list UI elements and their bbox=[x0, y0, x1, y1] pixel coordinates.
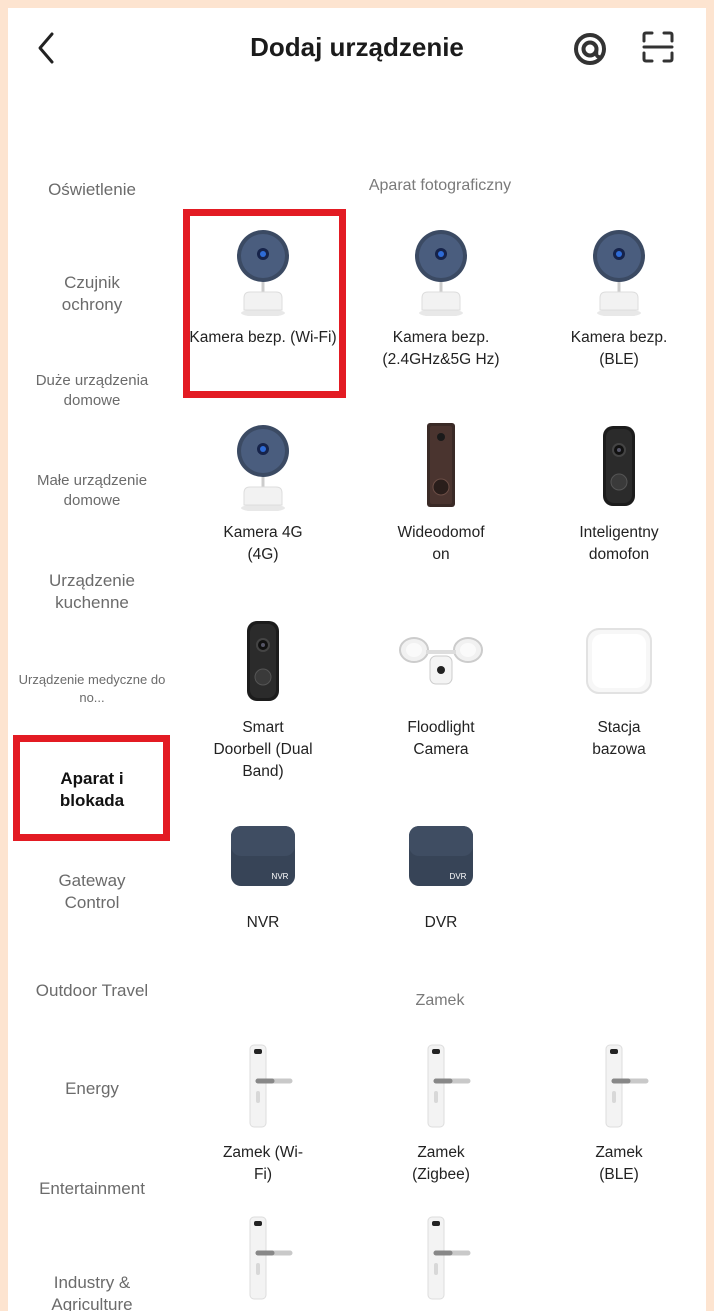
scan-icon bbox=[642, 31, 674, 63]
sidebar-item-outdoor-travel[interactable]: Outdoor Travel bbox=[12, 976, 172, 1006]
device-lock-zigbee[interactable]: Zamek (Zigbee) bbox=[366, 1038, 516, 1186]
device-label: Zamek (BLE) bbox=[595, 1144, 643, 1183]
nvr-badge: NVR bbox=[272, 872, 289, 881]
device-lock-5[interactable] bbox=[366, 1210, 516, 1306]
section-title-camera: Aparat fotograficzny bbox=[368, 177, 512, 194]
sidebar-item-label: Energy bbox=[65, 1079, 119, 1098]
device-label: Zamek (Zigbee) bbox=[412, 1144, 470, 1183]
door-lock-icon bbox=[427, 1044, 471, 1128]
sidebar-item-label: Czujnik ochrony bbox=[61, 273, 123, 314]
device-lock-wifi[interactable]: Zamek (Wi-Fi) bbox=[188, 1038, 338, 1186]
sidebar-item-label: Duże urządzenia domowe bbox=[35, 372, 149, 409]
scan-qr-button[interactable] bbox=[638, 27, 678, 67]
sidebar-item-label: Industry & Agriculture bbox=[51, 1273, 133, 1311]
security-camera-icon bbox=[237, 425, 289, 511]
sidebar-item-small-appliances[interactable]: Małe urządzenie domowe bbox=[12, 466, 172, 516]
sidebar-item-security-sensor[interactable]: Czujnik ochrony bbox=[12, 266, 172, 322]
at-sign-icon bbox=[574, 33, 606, 65]
device-label: Kamera 4G (4G) bbox=[223, 524, 303, 563]
security-camera-icon bbox=[593, 230, 645, 316]
device-video-intercom[interactable]: Wideodomof on bbox=[366, 418, 516, 566]
device-floodlight-camera[interactable]: Floodlight Camera bbox=[366, 613, 516, 761]
nvr-box-icon: NVR bbox=[231, 826, 295, 886]
sidebar-item-label: Małe urządzenie domowe bbox=[36, 472, 148, 509]
security-camera-icon bbox=[415, 230, 467, 316]
door-lock-icon bbox=[249, 1216, 293, 1300]
device-lock-ble[interactable]: Zamek (BLE) bbox=[544, 1038, 694, 1186]
device-smart-intercom[interactable]: Inteligentny domofon bbox=[544, 418, 694, 566]
sidebar-item-entertainment[interactable]: Entertainment bbox=[12, 1174, 172, 1204]
device-camera-ble[interactable]: Kamera bezp. (BLE) bbox=[544, 223, 694, 371]
device-dvr[interactable]: DVR DVR bbox=[366, 808, 516, 934]
device-smart-doorbell[interactable]: Smart Doorbell (Dual Band) bbox=[188, 613, 338, 783]
door-lock-icon bbox=[249, 1044, 293, 1128]
device-camera-wifi[interactable]: Kamera bezp. (Wi-Fi) bbox=[188, 223, 338, 349]
header-bar: Dodaj urządzenie bbox=[8, 8, 706, 88]
door-lock-icon bbox=[427, 1216, 471, 1300]
dvr-badge: DVR bbox=[450, 872, 467, 881]
device-label: Kamera bezp. (2.4GHz&5G Hz) bbox=[382, 329, 500, 368]
sidebar-item-label: Entertainment bbox=[39, 1179, 145, 1198]
device-base-station[interactable]: Stacja bazowa bbox=[544, 613, 694, 761]
dvr-box-icon: DVR bbox=[409, 826, 473, 886]
security-camera-icon bbox=[237, 230, 289, 316]
device-label: Wideodomof on bbox=[397, 524, 485, 563]
device-label: NVR bbox=[246, 914, 280, 931]
device-label: Kamera bezp. (Wi-Fi) bbox=[189, 329, 337, 346]
device-label: Kamera bezp. (BLE) bbox=[570, 329, 668, 368]
section-title-lock: Zamek bbox=[415, 992, 465, 1009]
device-label: DVR bbox=[424, 914, 458, 931]
base-station-icon bbox=[586, 628, 652, 694]
sidebar-item-label: Outdoor Travel bbox=[35, 981, 149, 1000]
smart-doorbell-icon bbox=[247, 621, 279, 701]
category-sidebar: Oświetlenie Czujnik ochrony Duże urządze… bbox=[8, 108, 176, 1311]
sidebar-item-label: Urządzenie medyczne do no... bbox=[18, 672, 166, 705]
device-label: Stacja bazowa bbox=[592, 719, 646, 758]
sidebar-item-gateway[interactable]: Gateway Control bbox=[12, 864, 172, 920]
device-label: Smart Doorbell (Dual Band) bbox=[213, 719, 313, 780]
auto-discover-button[interactable] bbox=[570, 29, 610, 69]
sidebar-item-label: Oświetlenie bbox=[48, 180, 136, 199]
device-label: Floodlight Camera bbox=[407, 719, 475, 758]
door-lock-icon bbox=[605, 1044, 649, 1128]
sidebar-item-label: Aparat i blokada bbox=[59, 769, 125, 810]
sidebar-item-large-appliances[interactable]: Duże urządzenia domowe bbox=[12, 366, 172, 416]
device-camera-dual-band[interactable]: Kamera bezp. (2.4GHz&5G Hz) bbox=[366, 223, 516, 371]
video-intercom-icon bbox=[427, 423, 455, 507]
sidebar-item-lighting[interactable]: Oświetlenie bbox=[12, 168, 172, 212]
sidebar-item-label: Urządzenie kuchenne bbox=[49, 571, 135, 612]
sidebar-item-label: Gateway Control bbox=[58, 871, 126, 912]
device-label: Zamek (Wi-Fi) bbox=[222, 1144, 304, 1183]
floodlight-camera-icon bbox=[399, 637, 483, 685]
device-lock-4[interactable] bbox=[188, 1210, 338, 1306]
smart-doorbell-icon bbox=[603, 426, 635, 506]
sidebar-item-industry[interactable]: Industry & Agriculture bbox=[12, 1266, 172, 1311]
device-camera-4g[interactable]: Kamera 4G (4G) bbox=[188, 418, 338, 566]
app-screen: Dodaj urządzenie Oświetlenie Czujnik och… bbox=[8, 8, 706, 1311]
sidebar-item-camera-lock[interactable]: Aparat i blokada bbox=[12, 762, 172, 818]
sidebar-item-energy[interactable]: Energy bbox=[12, 1074, 172, 1104]
sidebar-item-kitchen[interactable]: Urządzenie kuchenne bbox=[12, 564, 172, 620]
device-nvr[interactable]: NVR NVR bbox=[188, 808, 338, 934]
device-label: Inteligentny domofon bbox=[579, 524, 659, 563]
sidebar-item-medical[interactable]: Urządzenie medyczne do no... bbox=[12, 664, 172, 714]
